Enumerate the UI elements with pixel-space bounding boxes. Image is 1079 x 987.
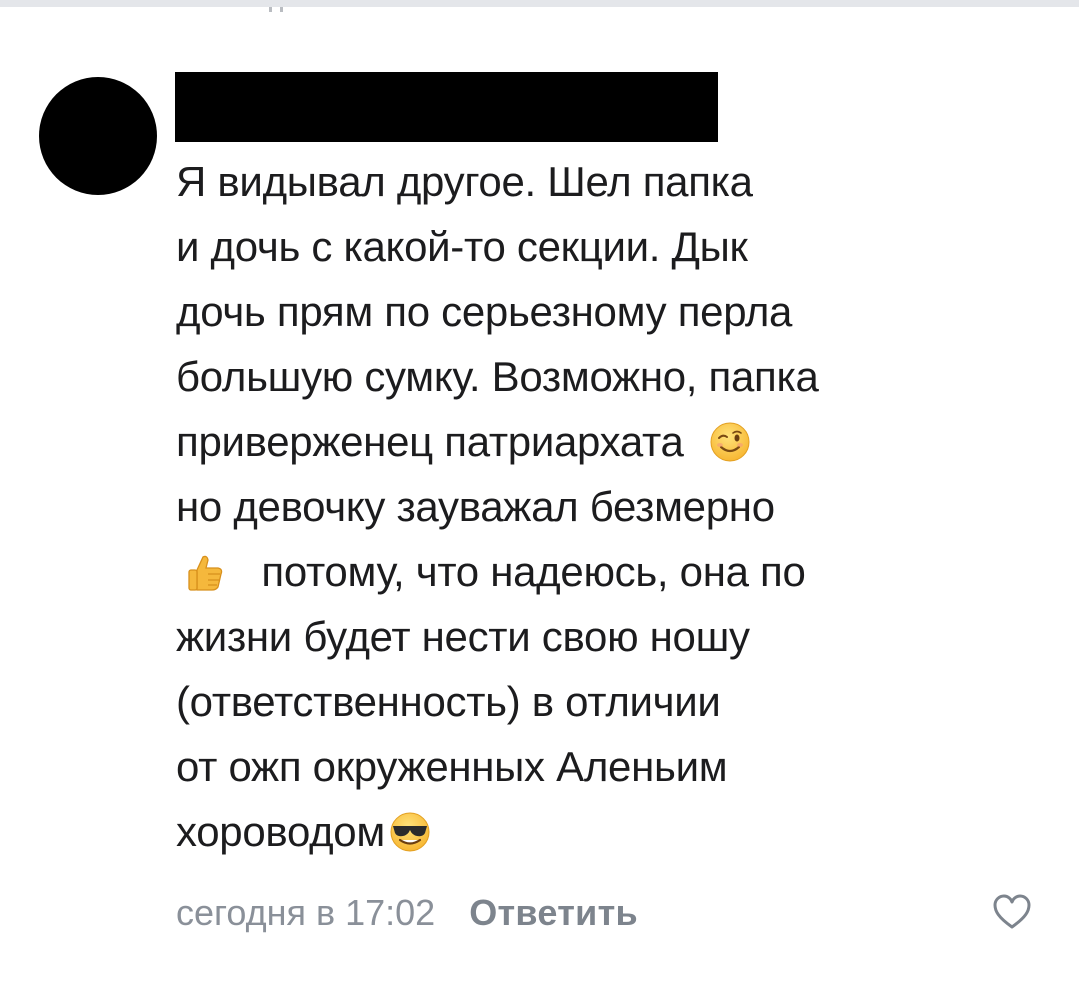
comment-line-text: большую сумку. Возможно, папка (176, 353, 819, 400)
comment-line: жизни будет нести свою ношу (176, 604, 1056, 669)
smiling-face-with-sunglasses-icon (387, 811, 433, 853)
comment-line: хороводом (176, 799, 1056, 864)
comment-line-text: но девочку зауважал безмерно (176, 483, 775, 530)
comment-meta: сегодня в 17:02 Ответить (176, 885, 638, 941)
thumbs-up-icon (184, 551, 226, 593)
comment-line: и дочь с какой-то секции. Дык (176, 214, 1056, 279)
comment-line-text: от ожп окруженных Аленьим (176, 743, 728, 790)
comment-line: большую сумку. Возможно, папка (176, 344, 1056, 409)
comment-line: от ожп окруженных Аленьим (176, 734, 1056, 799)
top-divider-marks (269, 7, 283, 12)
reply-button[interactable]: Ответить (469, 892, 638, 933)
author-name-redacted[interactable] (175, 72, 718, 142)
comment-line: (ответственность) в отличии (176, 669, 1056, 734)
comment-timestamp: сегодня в 17:02 (176, 892, 436, 933)
like-button[interactable] (992, 893, 1032, 931)
comment-body: Я видывал другое. Шел папка и дочь с как… (176, 149, 1056, 864)
comment-line: но девочку зауважал безмерно (176, 474, 1056, 539)
comment-line-text: и дочь с какой-то секции. Дык (176, 223, 748, 270)
comment-line: приверженец патриархата (176, 409, 1056, 474)
comment-line-text: Я видывал другое. Шел папка (176, 158, 753, 205)
comment-line-text: приверженец патриархата (176, 418, 684, 465)
comment-line-text: потому, что надеюсь, она по (261, 548, 806, 595)
comment-line: дочь прям по серьезному перла (176, 279, 1056, 344)
top-divider (0, 0, 1079, 7)
comment-line-text: дочь прям по серьезному перла (176, 288, 793, 335)
comment-line: Я видывал другое. Шел папка (176, 149, 1056, 214)
avatar[interactable] (39, 77, 157, 195)
comment-line: потому, что надеюсь, она по (176, 539, 1056, 604)
comment-line-text: (ответственность) в отличии (176, 678, 721, 725)
comment-line-text: жизни будет нести свою ношу (176, 613, 750, 660)
heart-outline-icon (993, 894, 1031, 929)
winking-face-icon (709, 421, 751, 463)
comment-line-text: хороводом (176, 808, 385, 855)
